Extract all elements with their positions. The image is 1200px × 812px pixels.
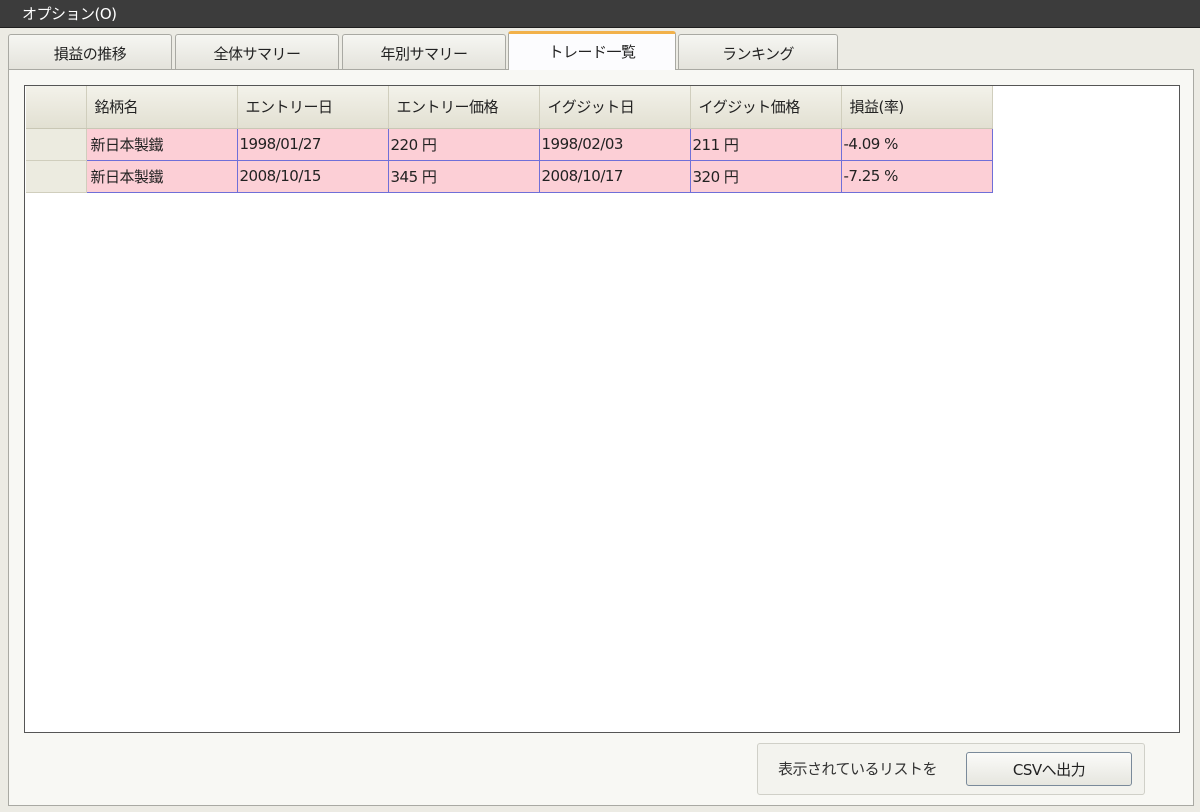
tab-yearly-summary[interactable]: 年別サマリー	[342, 34, 506, 69]
tab-content-panel: 銘柄名 エントリー日 エントリー価格 イグジット日 イグジット価格 損益(率) …	[8, 69, 1194, 806]
cell-exit-price: 320 円	[689, 159, 842, 193]
column-header-entry-price[interactable]: エントリー価格	[388, 86, 540, 129]
cell-entry-date: 2008/10/15	[236, 159, 389, 193]
cell-exit-price: 211 円	[689, 127, 842, 161]
column-header-symbol[interactable]: 銘柄名	[86, 86, 238, 129]
export-label: 表示されているリストを	[778, 760, 938, 778]
cell-symbol: 新日本製鐵	[85, 159, 238, 193]
cell-exit-date: 2008/10/17	[538, 159, 691, 193]
table-row[interactable]: 新日本製鐵 1998/01/27 220 円 1998/02/03 211 円 …	[26, 127, 993, 161]
cell-entry-price: 220 円	[387, 127, 540, 161]
tab-overall-summary[interactable]: 全体サマリー	[175, 34, 339, 69]
column-header-exit-price[interactable]: イグジット価格	[690, 86, 842, 129]
cell-profit-rate: -4.09 %	[840, 127, 993, 161]
cell-entry-price: 345 円	[387, 159, 540, 193]
row-header-corner	[26, 86, 87, 129]
cell-exit-date: 1998/02/03	[538, 127, 691, 161]
tab-profit-history[interactable]: 損益の推移	[8, 34, 172, 69]
column-header-profit-rate[interactable]: 損益(率)	[841, 86, 993, 129]
cell-symbol: 新日本製鐵	[85, 127, 238, 161]
trade-table: 銘柄名 エントリー日 エントリー価格 イグジット日 イグジット価格 損益(率) …	[26, 86, 993, 193]
menu-options[interactable]: オプション(O)	[22, 4, 117, 24]
tab-trade-list[interactable]: トレード一覧	[508, 31, 676, 70]
export-csv-button[interactable]: CSVへ出力	[966, 752, 1132, 786]
trade-list-view[interactable]: 銘柄名 エントリー日 エントリー価格 イグジット日 イグジット価格 損益(率) …	[24, 85, 1180, 733]
menu-bar: オプション(O)	[0, 0, 1200, 28]
tab-ranking[interactable]: ランキング	[678, 34, 838, 69]
row-header[interactable]	[26, 160, 87, 193]
column-header-entry-date[interactable]: エントリー日	[237, 86, 389, 129]
cell-entry-date: 1998/01/27	[236, 127, 389, 161]
column-header-exit-date[interactable]: イグジット日	[539, 86, 691, 129]
table-header-row: 銘柄名 エントリー日 エントリー価格 イグジット日 イグジット価格 損益(率)	[26, 86, 993, 129]
cell-profit-rate: -7.25 %	[840, 159, 993, 193]
export-panel: 表示されているリストを CSVへ出力	[757, 743, 1145, 795]
table-row[interactable]: 新日本製鐵 2008/10/15 345 円 2008/10/17 320 円 …	[26, 159, 993, 193]
row-header[interactable]	[26, 128, 87, 161]
